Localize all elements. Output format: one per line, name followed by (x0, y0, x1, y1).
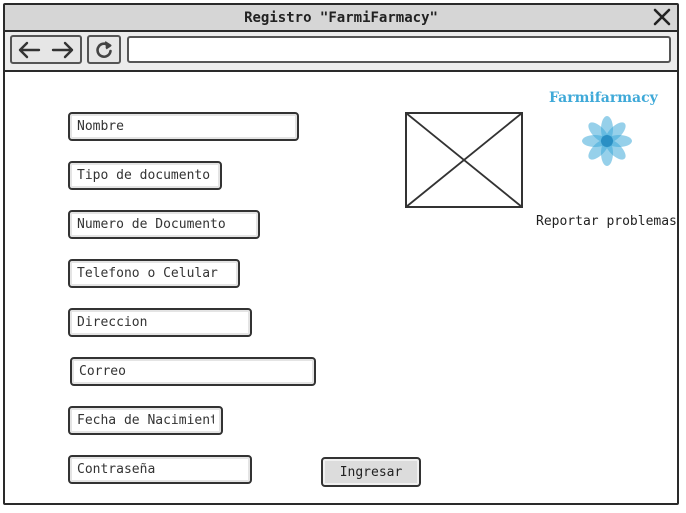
flower-logo-icon (582, 116, 632, 166)
window-title: Registro "FarmiFarmacy" (244, 9, 438, 26)
arrow-left-icon (18, 41, 41, 58)
correo-input[interactable] (70, 357, 316, 386)
title-bar: Registro "FarmiFarmacy" (5, 5, 677, 32)
nombre-input[interactable] (68, 112, 299, 141)
direccion-input[interactable] (68, 308, 252, 337)
browser-window: Registro "FarmiFarmacy" Nombre Tipo de d… (3, 3, 679, 505)
browser-toolbar (5, 32, 677, 72)
page-content: Ingresar Farmifarmacy Reportar problemas (5, 72, 677, 503)
brand-name: Farmifarmacy (549, 90, 658, 106)
fecha-nacimiento-input[interactable] (68, 406, 223, 435)
back-button[interactable] (15, 38, 43, 62)
telefono-input[interactable] (68, 259, 240, 288)
close-icon (653, 8, 671, 26)
address-bar[interactable] (127, 36, 671, 63)
report-problems-link[interactable]: Reportar problemas (536, 214, 677, 229)
ingresar-button[interactable]: Ingresar (321, 457, 421, 487)
forward-button[interactable] (49, 38, 77, 62)
image-placeholder-icon (405, 112, 523, 208)
numero-documento-input[interactable] (68, 210, 260, 239)
tipo-documento-input[interactable] (68, 161, 222, 190)
arrow-right-icon (51, 41, 74, 58)
reload-button[interactable] (87, 35, 121, 64)
contrasena-input[interactable] (68, 455, 252, 484)
nav-buttons (10, 35, 82, 64)
reload-icon (96, 40, 112, 58)
close-button[interactable] (651, 6, 673, 28)
